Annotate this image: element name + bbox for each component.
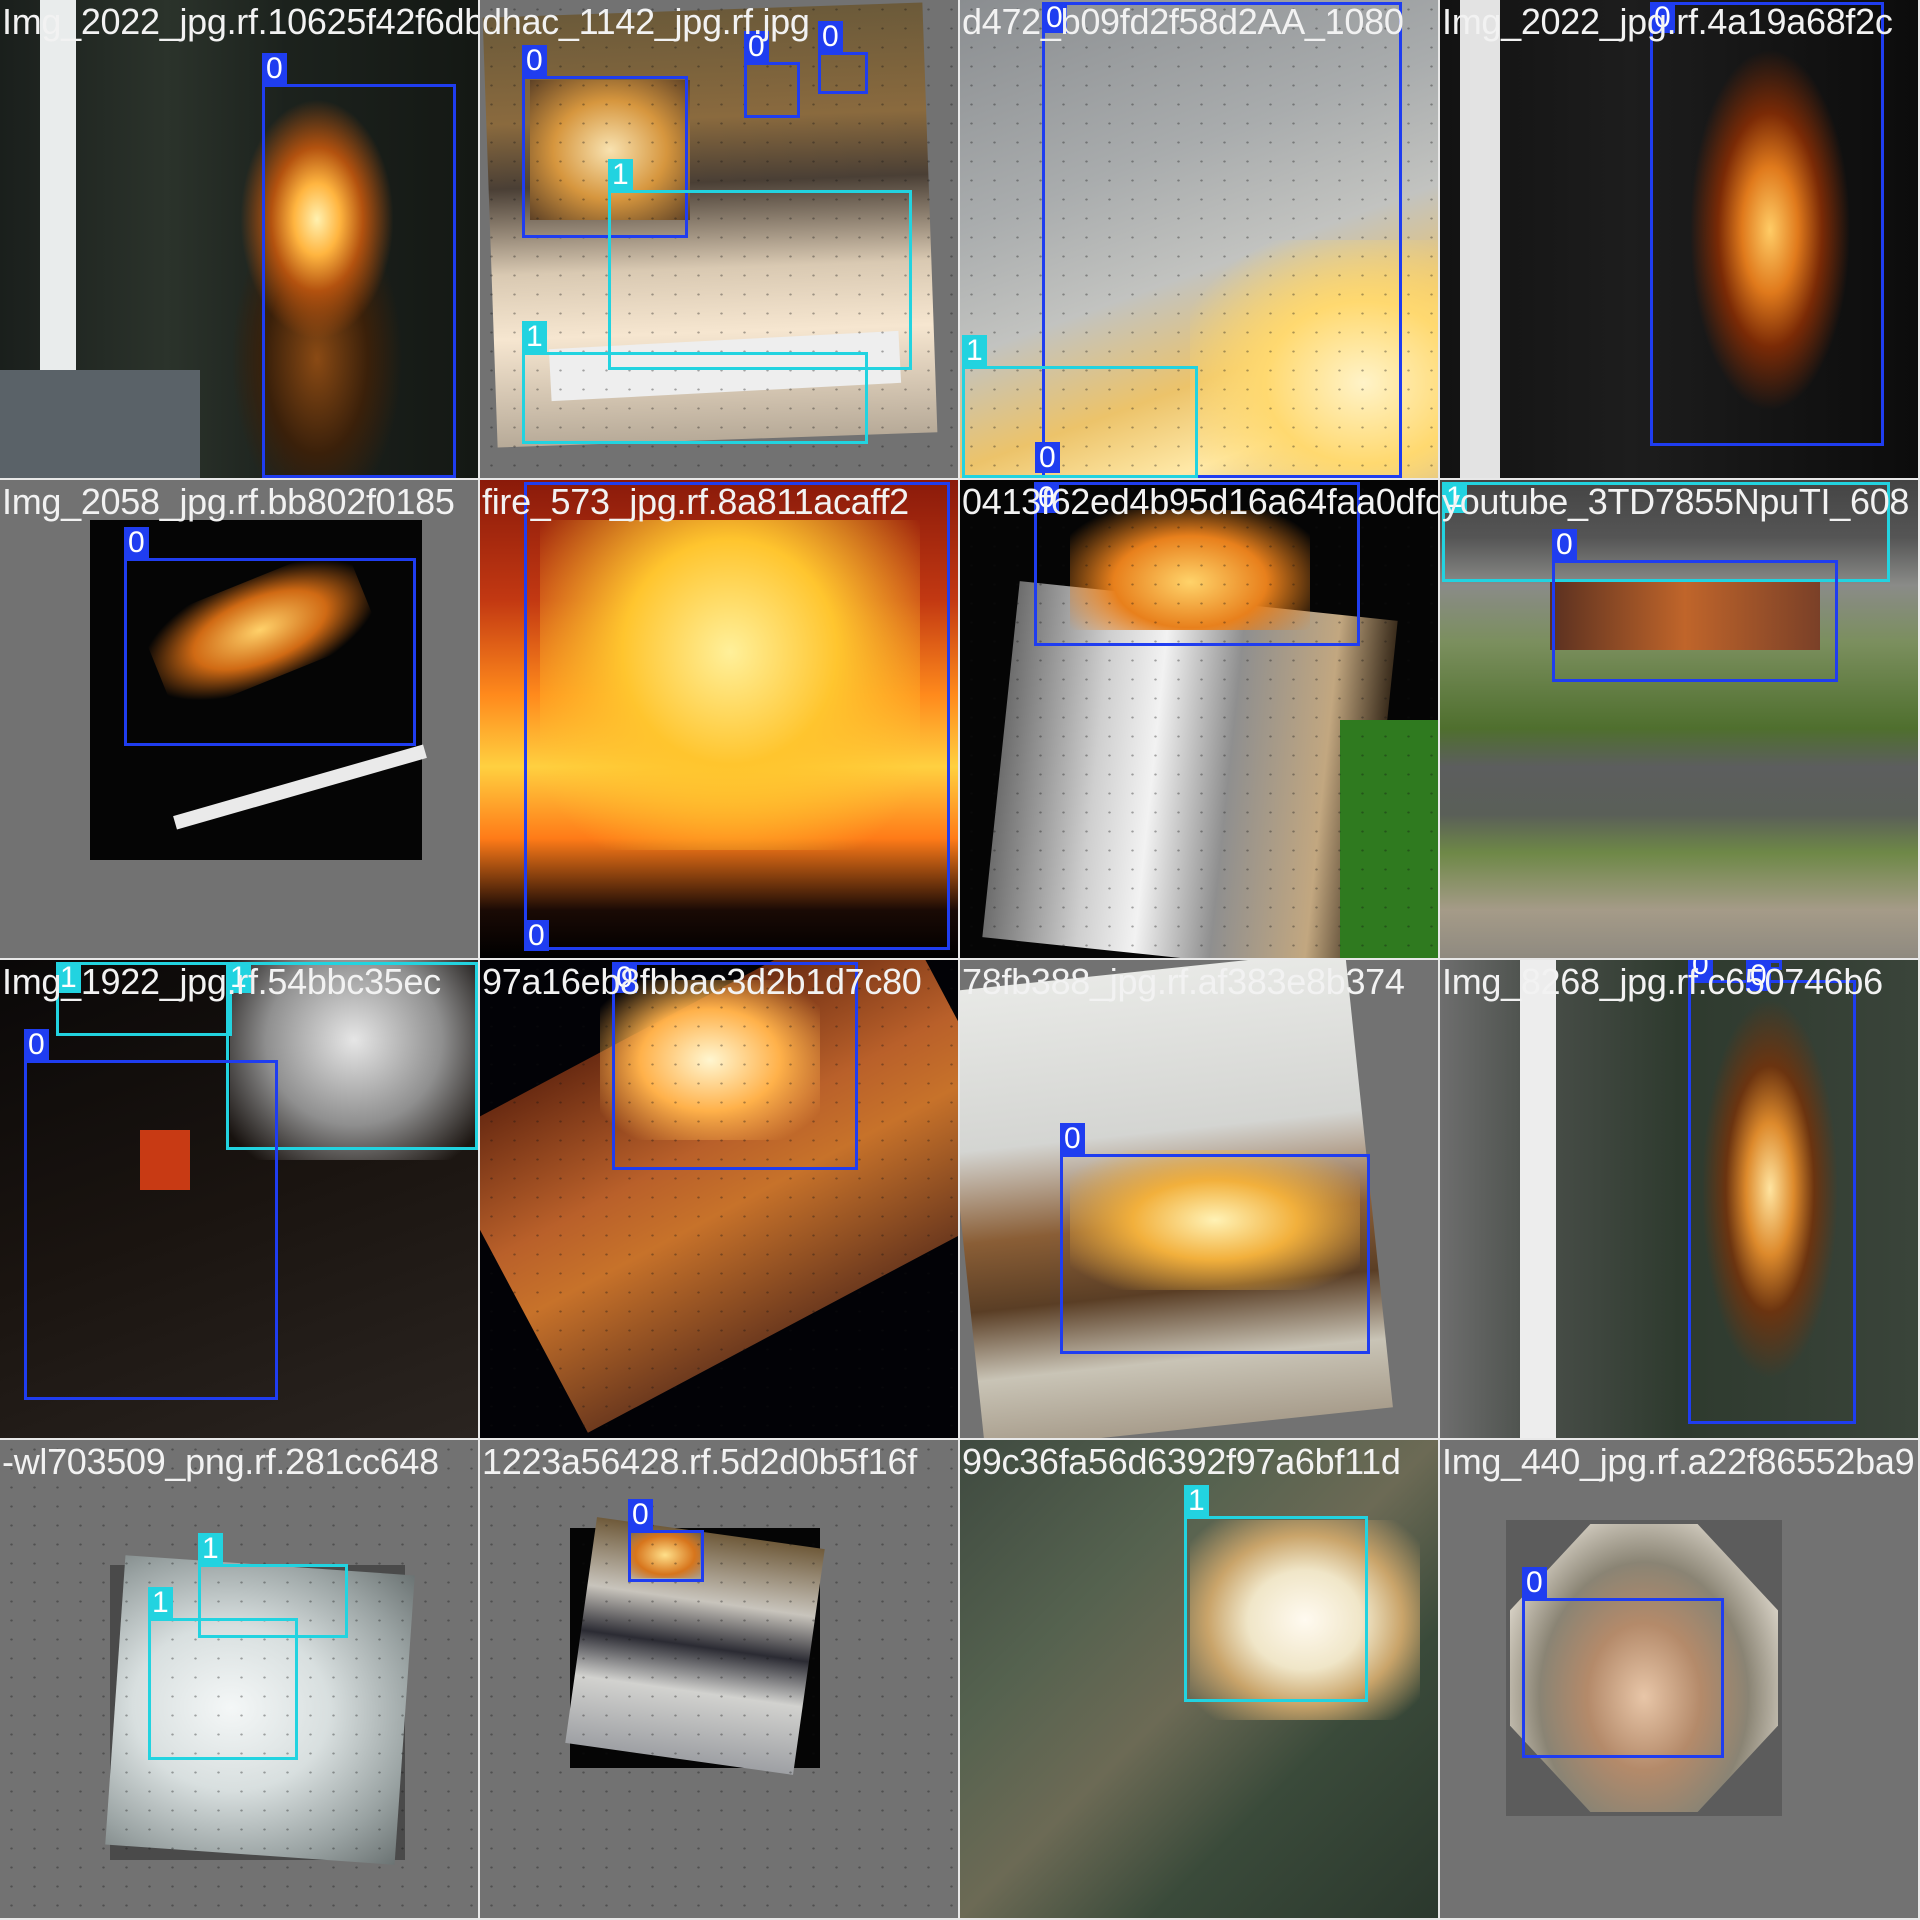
filename-label: 0413f62ed4b95d16a64faa0dfd [962, 481, 1438, 522]
class-label: 0 [262, 53, 287, 84]
mosaic-tile: 1223a56428.rf.5d2d0b5f16f 0 [480, 1440, 958, 1918]
class-label: 0 [24, 1029, 49, 1060]
class-label: 0 [818, 21, 843, 52]
mosaic-tile: 99c36fa56d6392f97a6bf11d 1 [960, 1440, 1438, 1918]
filename-label: 78fb388_jpg.rf.af383e8b374 [962, 961, 1405, 1002]
bounding-box: 0 [1688, 960, 1856, 1424]
class-label: 0 [1522, 1567, 1547, 1598]
pole-image [1520, 960, 1556, 1438]
mosaic-tile: Img_2058_jpg.rf.bb802f0185 0 [0, 480, 478, 958]
class-label: 0 [524, 920, 549, 951]
mosaic-tile: 97a16eb8fbbac3d2b1d7c80 0 [480, 960, 958, 1438]
roof-image [0, 370, 200, 478]
mosaic-tile: 78fb388_jpg.rf.af383e8b374 0 [960, 960, 1438, 1438]
bounding-box: 1 [962, 335, 1198, 478]
bounding-box: 1 [148, 1587, 298, 1760]
mosaic-tile: dhac_1142_jpg.rf.jpg 0 0 0 1 1 [480, 0, 958, 478]
bounding-box: 1 [522, 321, 868, 444]
class-label: 0 [1552, 529, 1577, 560]
filename-label: Img_440_jpg.rf.a22f86552ba9 [1442, 1441, 1915, 1482]
mosaic-tile: Img_440_jpg.rf.a22f86552ba9 0 [1440, 1440, 1918, 1918]
class-label: 1 [608, 159, 633, 190]
bounding-box: 0 [124, 527, 416, 746]
filename-label: Img_2022_jpg.rf.10625f42f6dbac1bc4bbead7… [2, 1, 478, 42]
class-label: 0 [1035, 442, 1060, 473]
class-label: 1 [522, 321, 547, 352]
bounding-box: 0 [262, 53, 456, 478]
pole-image [1460, 0, 1500, 478]
class-label: 0 [124, 527, 149, 558]
bounding-box: 0 [24, 1029, 278, 1400]
mosaic-tile: Img_2022_jpg.rf.10625f42f6dbac1bc4bbead7… [0, 0, 478, 478]
class-label: 1 [1184, 1485, 1209, 1516]
mosaic-tile: youtube_3TD7855NpuTI_608 1 0 [1440, 480, 1918, 958]
filename-label: 99c36fa56d6392f97a6bf11d [962, 1441, 1401, 1482]
mosaic-tile: Img_1922_jpg.rf.54bbc35ec 1 1 0 [0, 960, 478, 1438]
mosaic-tile: d472_b09fd2f58d2AA_1080 0 1 0 [960, 0, 1438, 478]
bounding-box: 0 [818, 21, 868, 94]
bounding-box: 0 [1522, 1567, 1724, 1758]
bounding-box: 1 [1184, 1485, 1368, 1702]
class-label: 1 [198, 1533, 223, 1564]
filename-label: 1223a56428.rf.5d2d0b5f16f [482, 1441, 917, 1482]
bounding-box: 0 [524, 482, 950, 951]
filename-label: Img_2022_jpg.rf.4a19a68f2c [1442, 1, 1893, 42]
mosaic-tile: 0413f62ed4b95d16a64faa0dfd 0 [960, 480, 1438, 958]
filename-label: d472_b09fd2f58d2AA_1080 [962, 1, 1404, 42]
bounding-box: 1 [608, 159, 912, 370]
bounding-box: 0 [628, 1499, 704, 1582]
mosaic-tile: fire_573_jpg.rf.8a811acaff2 0 [480, 480, 958, 958]
class-label: 1 [148, 1587, 173, 1618]
mosaic-tile: Img_8268_jpg.rf.c650746b6 0 0 [1440, 960, 1918, 1438]
filename-label: Img_1922_jpg.rf.54bbc35ec [2, 961, 441, 1002]
filename-label: fire_573_jpg.rf.8a811acaff2 [482, 481, 909, 522]
filename-label: Img_8268_jpg.rf.c650746b6 [1442, 961, 1883, 1002]
mosaic-grid: Img_2022_jpg.rf.10625f42f6dbac1bc4bbead7… [0, 0, 1920, 1920]
bounding-box: 0 [1060, 1123, 1370, 1354]
filename-label: 97a16eb8fbbac3d2b1d7c80 [482, 961, 922, 1002]
mosaic-tile: -wl703509_png.rf.281cc648 1 1 [0, 1440, 478, 1918]
filename-label: Img_2058_jpg.rf.bb802f0185 [2, 481, 455, 522]
class-label: 0 [1060, 1123, 1085, 1154]
filename-label: -wl703509_png.rf.281cc648 [2, 1441, 439, 1482]
class-label: 0 [522, 45, 547, 76]
filename-label: dhac_1142_jpg.rf.jpg [482, 1, 810, 42]
bounding-box: 0 [744, 31, 800, 118]
class-label: 0 [628, 1499, 653, 1530]
class-label: 1 [962, 335, 987, 366]
filename-label: youtube_3TD7855NpuTI_608 [1442, 481, 1910, 522]
mosaic-tile: Img_2022_jpg.rf.4a19a68f2c 0 [1440, 0, 1918, 478]
bounding-box: 0 [1552, 529, 1838, 682]
bounding-box: 0 [1650, 2, 1884, 446]
